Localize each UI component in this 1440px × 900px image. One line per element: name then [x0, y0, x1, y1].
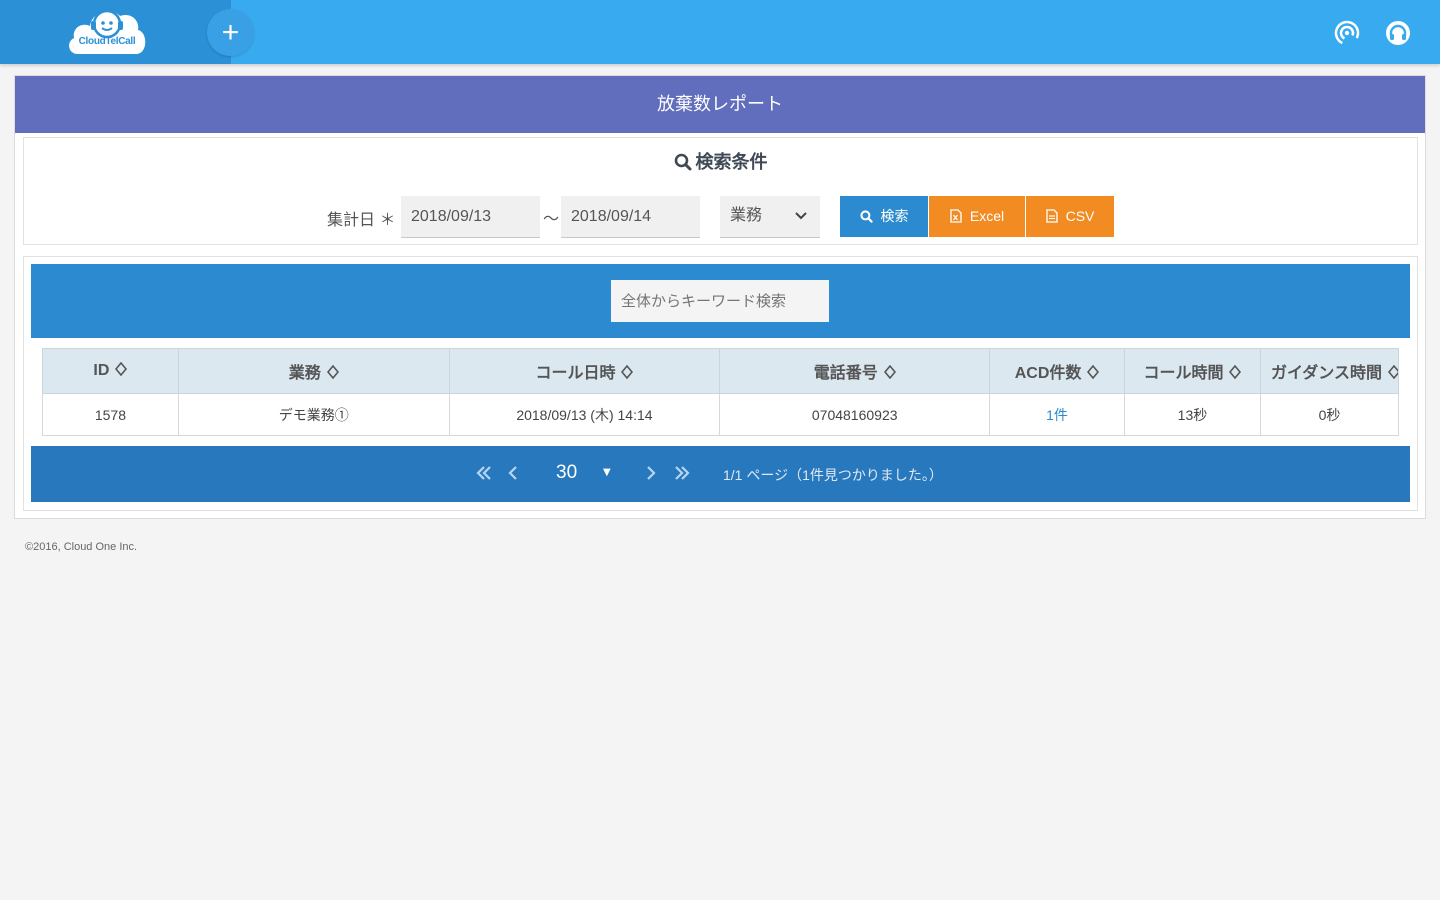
top-bar: CloudTelCall +	[0, 0, 1440, 64]
cell-guidance-time: 0秒	[1259, 393, 1400, 436]
excel-button[interactable]: Excel	[929, 196, 1025, 237]
logo[interactable]: CloudTelCall	[66, 4, 148, 58]
table-row[interactable]: 1578 デモ業務① 2018/09/13 (木) 14:14 07048160…	[42, 393, 1400, 436]
task-select[interactable]: 業務	[720, 196, 820, 238]
column-header-acd-count[interactable]: ACD件数	[989, 348, 1125, 394]
search-button-label: 検索	[880, 208, 909, 224]
sort-icon	[1087, 365, 1100, 379]
results-table: ID 業務 コール日時 電話番号 ACD件数 コール時間 ガイダンス時間 157…	[42, 348, 1400, 436]
next-page-icon[interactable]	[645, 465, 657, 481]
excel-file-icon	[950, 209, 962, 223]
cell-call-datetime: 2018/09/13 (木) 14:14	[448, 393, 721, 436]
page-title: 放棄数レポート	[15, 76, 1425, 133]
prev-page-icon[interactable]	[507, 465, 519, 481]
table-header-row: ID 業務 コール日時 電話番号 ACD件数 コール時間 ガイダンス時間	[42, 348, 1400, 394]
results-box: ID 業務 コール日時 電話番号 ACD件数 コール時間 ガイダンス時間 157…	[23, 256, 1418, 511]
sort-icon	[621, 365, 634, 379]
search-heading: 検索条件	[24, 148, 1417, 174]
logo-text: CloudTelCall	[78, 36, 136, 47]
date-to-input[interactable]	[561, 196, 700, 238]
keyword-bar	[31, 264, 1410, 338]
cell-id: 1578	[42, 393, 179, 436]
date-from-input[interactable]	[401, 196, 540, 238]
search-conditions: 検索条件 集計日 ＊ ～ 業務 検索 Excel	[23, 137, 1418, 245]
sort-icon	[883, 365, 896, 379]
chevron-down-icon	[795, 212, 807, 220]
cell-call-time: 13秒	[1124, 393, 1261, 436]
column-header-phone[interactable]: 電話番号	[719, 348, 991, 394]
page-size-select[interactable]: 30	[556, 462, 577, 484]
column-header-guidance-time[interactable]: ガイダンス時間	[1259, 348, 1400, 394]
logo-area: CloudTelCall	[0, 0, 231, 64]
search-heading-label: 検索条件	[695, 152, 768, 172]
report-panel: 放棄数レポート 検索条件 集計日 ＊ ～ 業務 検索	[14, 75, 1426, 519]
headset-icon[interactable]	[1385, 20, 1411, 46]
cloud-headset-icon	[69, 9, 146, 54]
search-icon	[674, 153, 691, 171]
sort-icon	[115, 362, 128, 376]
copyright: ©2016, Cloud One Inc.	[25, 541, 138, 553]
sort-icon	[1229, 365, 1242, 379]
acd-count-link[interactable]: 1件	[1046, 407, 1068, 423]
search-icon	[859, 210, 873, 223]
sort-icon	[326, 365, 339, 379]
add-button[interactable]: +	[207, 9, 254, 56]
column-header-call-datetime[interactable]: コール日時	[448, 348, 721, 394]
excel-button-label: Excel	[969, 208, 1005, 224]
search-button[interactable]: 検索	[840, 196, 928, 237]
keyword-search-input[interactable]	[611, 280, 829, 322]
broadcast-icon[interactable]	[1334, 20, 1360, 46]
sort-icon	[1387, 365, 1398, 379]
date-label: 集計日 ＊	[327, 212, 396, 229]
page-info: 1/1 ページ（1件見つかりました。）	[723, 467, 943, 483]
csv-button[interactable]: CSV	[1026, 196, 1114, 237]
date-separator: ～	[543, 209, 560, 228]
cell-phone: 07048160923	[719, 393, 991, 436]
cell-acd-count: 1件	[989, 393, 1125, 436]
last-page-icon[interactable]	[674, 465, 690, 481]
csv-button-label: CSV	[1065, 208, 1095, 224]
cell-task: デモ業務①	[177, 393, 450, 436]
file-text-icon	[1045, 209, 1058, 223]
first-page-icon[interactable]	[476, 465, 492, 481]
task-select-value: 業務	[730, 207, 763, 224]
caret-down-icon[interactable]: ▼	[603, 467, 611, 478]
pagination-bar: 30 ▼ 1/1 ページ（1件見つかりました。）	[31, 446, 1410, 502]
column-header-id[interactable]: ID	[42, 348, 179, 394]
column-header-call-time[interactable]: コール時間	[1124, 348, 1261, 394]
column-header-task[interactable]: 業務	[177, 348, 450, 394]
